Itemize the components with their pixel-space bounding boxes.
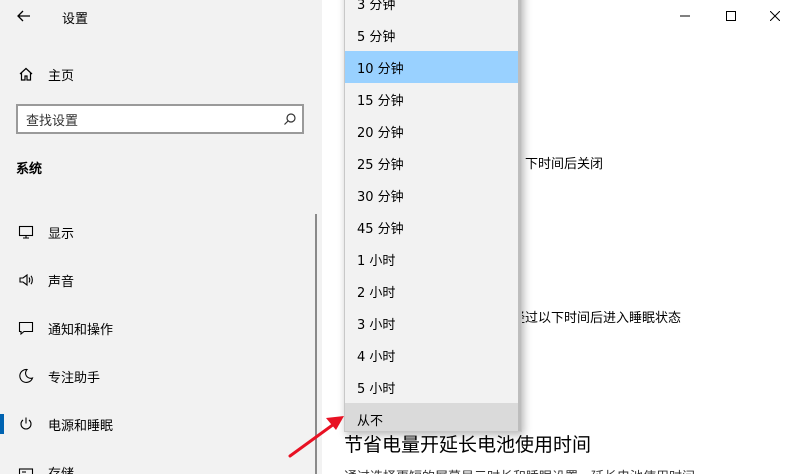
home-icon [16, 64, 36, 84]
notification-icon [16, 318, 36, 338]
nav-item-focus-assist[interactable]: 专注助手 [0, 352, 322, 400]
nav-item-label: 显示 [48, 226, 75, 242]
app-title: 设置 [62, 12, 89, 27]
nav-item-notifications[interactable]: 通知和操作 [0, 304, 322, 352]
nav-item-power-sleep[interactable]: 电源和睡眠 [0, 400, 322, 448]
nav-item-display[interactable]: 显示 [0, 208, 322, 256]
maximize-button[interactable] [708, 0, 754, 32]
dropdown-option[interactable]: 15 分钟 [345, 83, 521, 115]
back-arrow-icon [17, 10, 30, 22]
nav-home-label: 主页 [48, 68, 75, 84]
sleep-label: 经过以下时间后进入睡眠状态 [512, 311, 682, 326]
nav-pane: 设置 主页 查找设置 系统 显示 声音 通知和操作 专注助手 电源和睡眠 存储 [0, 0, 322, 474]
back-button[interactable] [10, 4, 38, 28]
section-title: 系统 [16, 162, 43, 177]
dropdown-option-selected[interactable]: 10 分钟 [345, 51, 521, 83]
search-input[interactable]: 查找设置 [16, 104, 304, 134]
dropdown-option[interactable]: 4 小时 [345, 339, 521, 371]
search-placeholder: 查找设置 [26, 113, 79, 129]
red-arrow-icon [288, 416, 344, 458]
nav-list: 显示 声音 通知和操作 专注助手 电源和睡眠 存储 [0, 208, 322, 474]
close-icon [770, 11, 780, 21]
dropdown-option[interactable]: 20 分钟 [345, 115, 521, 147]
nav-item-label: 存储 [48, 466, 75, 474]
dropdown-option[interactable]: 25 分钟 [345, 147, 521, 179]
dropdown-option[interactable]: 45 分钟 [345, 211, 521, 243]
dropdown-option[interactable]: 3 分钟 [345, 0, 521, 19]
dropdown-option[interactable]: 2 小时 [345, 275, 521, 307]
minimize-button[interactable] [662, 0, 708, 32]
screen-off-label: 、下时间后关闭 [512, 157, 604, 172]
dropdown-option[interactable]: 5 分钟 [345, 19, 521, 51]
speaker-icon [16, 270, 36, 290]
nav-item-label: 声音 [48, 274, 75, 290]
moon-icon [16, 366, 36, 386]
dropdown-option[interactable]: 1 小时 [345, 243, 521, 275]
battery-description: 通过选择更短的屏幕显示时长和睡眠设置，延长电池使用时间 [344, 466, 695, 474]
maximize-icon [726, 11, 736, 21]
nav-home[interactable]: 主页 [0, 58, 322, 90]
nav-item-label: 专注助手 [48, 370, 101, 386]
dropdown-option-hovered[interactable]: 从不 [345, 403, 521, 431]
monitor-icon [16, 222, 36, 242]
timeout-dropdown-list[interactable]: 3 分钟 5 分钟 10 分钟 15 分钟 20 分钟 25 分钟 30 分钟 … [344, 0, 522, 432]
dropdown-option[interactable]: 3 小时 [345, 307, 521, 339]
minimize-icon [680, 15, 690, 17]
dropdown-scrollbar[interactable] [518, 0, 521, 431]
power-icon [16, 414, 36, 434]
dropdown-option[interactable]: 30 分钟 [345, 179, 521, 211]
battery-heading: 节省电量开延长电池使用时间 [344, 434, 592, 456]
nav-item-label: 电源和睡眠 [48, 418, 114, 434]
storage-icon [16, 462, 36, 474]
close-button[interactable] [752, 0, 798, 32]
dropdown-option[interactable]: 5 小时 [345, 371, 521, 403]
nav-item-sound[interactable]: 声音 [0, 256, 322, 304]
nav-item-storage[interactable]: 存储 [0, 448, 322, 474]
nav-item-label: 通知和操作 [48, 322, 114, 338]
search-icon[interactable] [278, 107, 302, 131]
